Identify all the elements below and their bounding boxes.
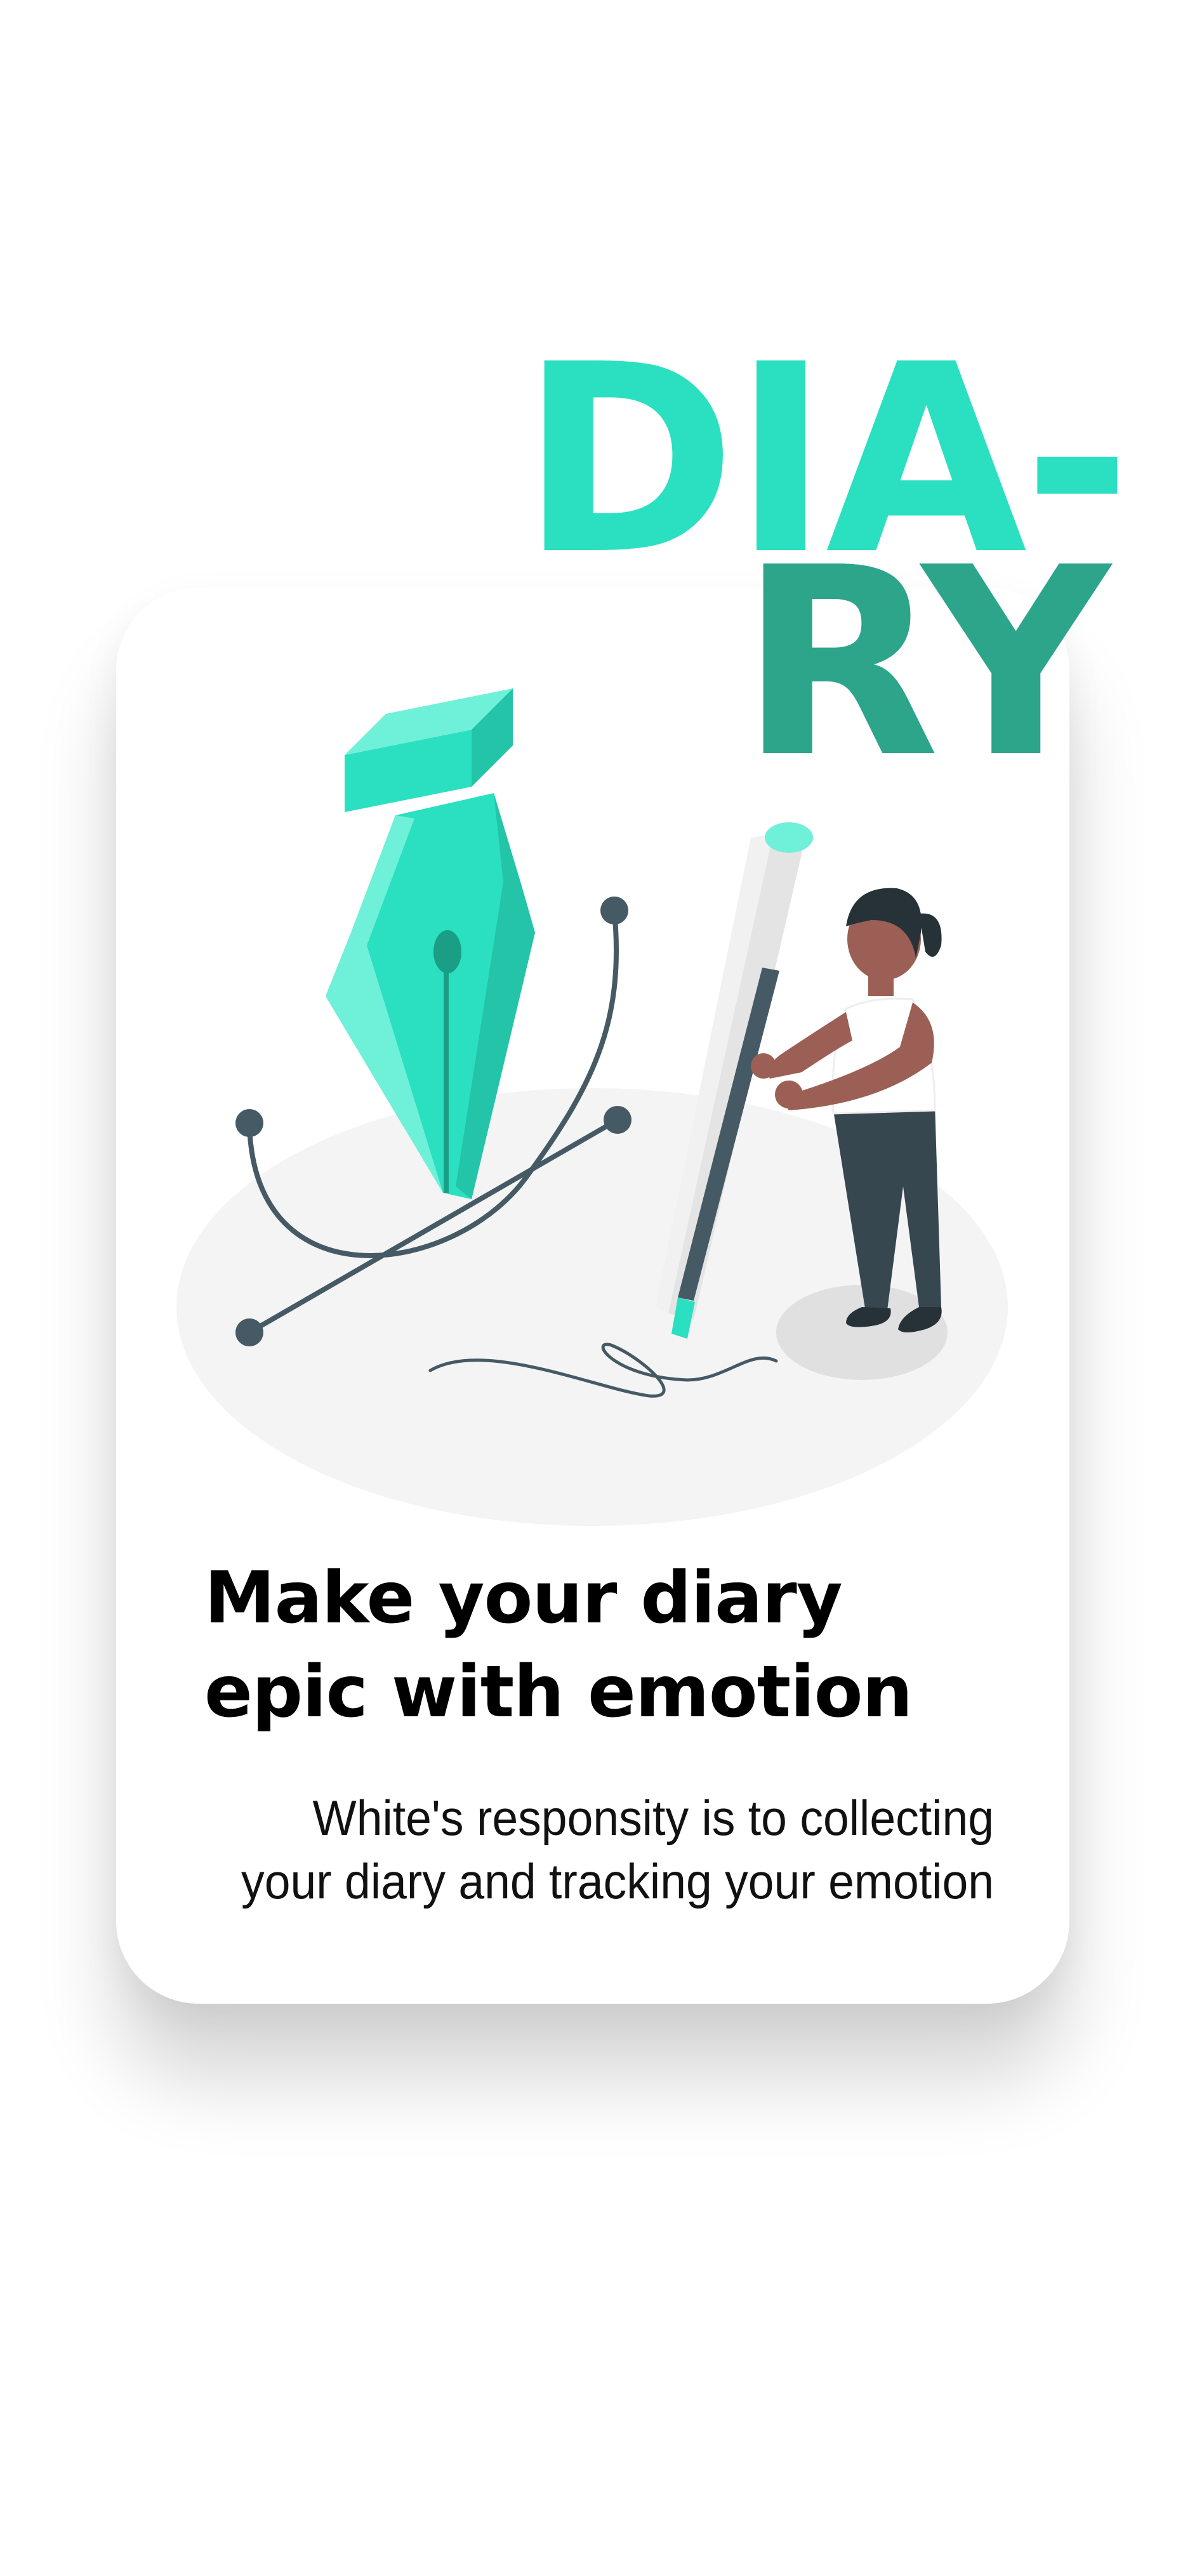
onboarding-description: White's responsity is to collecting your…: [239, 1786, 994, 1913]
onboarding-screen: DIA- RY Make your diary epic with emotio…: [0, 0, 1190, 2576]
diary-logo: DIA- RY: [520, 330, 1131, 815]
headline-line-1: Make your diary: [204, 1557, 843, 1640]
onboarding-headline: Make your diary epic with emotion: [204, 1551, 998, 1739]
logo-text-bottom: RY: [739, 511, 1110, 815]
headline-line-2: epic with emotion: [204, 1651, 913, 1733]
description-line-1: White's responsity is to collecting: [312, 1790, 995, 1846]
description-line-2: your diary and tracking your emotion: [241, 1853, 995, 1909]
